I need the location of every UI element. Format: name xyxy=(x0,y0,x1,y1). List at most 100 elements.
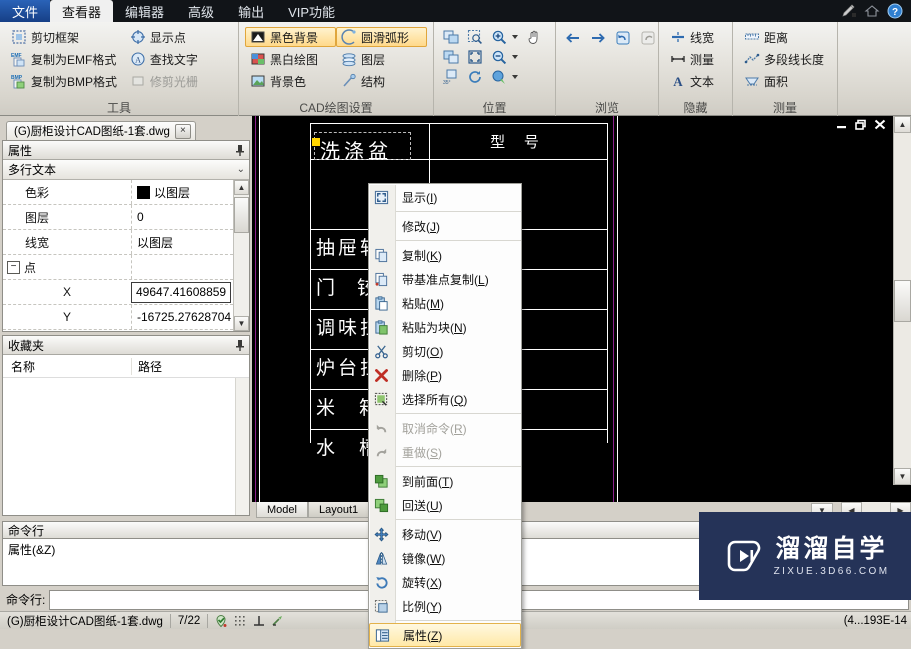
ribbon-bw-drawing[interactable]: 黑白绘图 xyxy=(245,49,336,69)
pin-icon[interactable] xyxy=(235,339,245,351)
canvas-vertical-scrollbar[interactable]: ▲ ▼ xyxy=(893,116,911,485)
context-menu-item-bring-to-front[interactable]: 到前面(T) xyxy=(369,469,521,493)
osnap-icon[interactable] xyxy=(214,614,228,628)
property-group-point[interactable]: − 点 xyxy=(3,255,233,280)
context-menu-item-scale[interactable]: 比例(Y) xyxy=(369,594,521,618)
nav-forward-button[interactable] xyxy=(587,28,609,48)
ribbon-lineweight[interactable]: 线宽 xyxy=(665,27,726,47)
ribbon-layers[interactable]: 图层 xyxy=(336,49,427,69)
context-menu-item-send-to-back[interactable]: 回送(U) xyxy=(369,493,521,517)
context-menu-item-paste[interactable]: 粘贴(M) xyxy=(369,291,521,315)
minimize-icon[interactable] xyxy=(835,118,849,130)
zoom-select-button[interactable] xyxy=(464,27,486,47)
property-row-y[interactable]: Y -16725.27628704 xyxy=(3,305,233,330)
drawing-canvas[interactable]: 型 号 洗涤盆 抽屉轨 门 铰 调味拉 炉台拉 米 箱 水 槽 ▲ ▼ xyxy=(252,116,911,502)
property-row-x[interactable]: X 49647.41608859 xyxy=(3,280,233,305)
object-type-combo[interactable]: 多行文本 ⌄ xyxy=(3,160,249,180)
y-coordinate-value[interactable]: -16725.27628704 xyxy=(131,305,233,329)
zoom-realtime-button[interactable] xyxy=(488,67,521,87)
pencil-edit-icon[interactable] xyxy=(841,3,857,19)
polar-icon[interactable] xyxy=(271,614,285,628)
context-menu-item-modify[interactable]: 修改(J) xyxy=(369,214,521,238)
menu-tab-vip[interactable]: VIP功能 xyxy=(276,0,347,22)
close-icon[interactable] xyxy=(873,118,887,130)
context-menu-item-paste-as-block[interactable]: 粘贴为块(N) xyxy=(369,315,521,339)
help-icon[interactable]: ? xyxy=(887,3,903,19)
zoom-in-caret[interactable] xyxy=(512,35,518,39)
grid-icon[interactable] xyxy=(233,614,247,628)
ribbon-text[interactable]: A 文本 xyxy=(665,71,726,91)
x-coordinate-input[interactable]: 49647.41608859 xyxy=(131,281,231,303)
properties-scrollbar[interactable]: ▲ ▼ xyxy=(233,180,249,331)
document-tab[interactable]: (G)厨柜设计CAD图纸-1套.dwg × xyxy=(6,121,196,140)
collapse-icon[interactable]: − xyxy=(7,260,20,274)
zoom-extents-button[interactable] xyxy=(440,47,462,67)
scroll-down-icon[interactable]: ▼ xyxy=(234,316,249,331)
ribbon-background-color[interactable]: 背景色 xyxy=(245,71,336,91)
ribbon-copy-emf[interactable]: EMF 复制为EMF格式 xyxy=(6,49,125,69)
zoom-out-caret[interactable] xyxy=(512,55,518,59)
ribbon-polyline-length[interactable]: 多段线长度 xyxy=(739,49,831,69)
scroll-up-icon[interactable]: ▲ xyxy=(894,116,911,133)
ribbon-show-point[interactable]: 显示点 xyxy=(125,27,232,47)
close-icon[interactable]: × xyxy=(174,123,191,139)
zoom-window-button[interactable] xyxy=(440,27,462,47)
property-value-cell[interactable]: 0 xyxy=(131,205,233,229)
ribbon-find-text[interactable]: A 查找文字 xyxy=(125,49,232,69)
restore-icon[interactable] xyxy=(854,118,868,130)
scrollbar-thumb[interactable] xyxy=(894,279,911,322)
pan-button[interactable] xyxy=(523,27,545,47)
context-menu-item-mirror[interactable]: 镜像(W) xyxy=(369,546,521,570)
pin-icon[interactable] xyxy=(235,144,245,156)
undo-view-button[interactable] xyxy=(612,28,634,48)
favorites-column-path[interactable]: 路径 xyxy=(131,357,249,375)
menu-tab-advanced[interactable]: 高级 xyxy=(176,0,226,22)
context-menu-item-copy-with-basepoint[interactable]: 带基准点复制(L) xyxy=(369,267,521,291)
ribbon-copy-bmp[interactable]: BMP 复制为BMP格式 xyxy=(6,71,125,91)
redo-view-button[interactable] xyxy=(637,28,659,48)
home-icon[interactable] xyxy=(864,3,880,19)
rotate-35-button[interactable]: 35° xyxy=(440,67,462,87)
ribbon-structure[interactable]: 结构 xyxy=(336,71,427,91)
zoom-realtime-caret[interactable] xyxy=(512,75,518,79)
tab-layout1[interactable]: Layout1 xyxy=(307,502,370,518)
tab-model[interactable]: Model xyxy=(256,502,308,518)
property-row-layer[interactable]: 图层 0 xyxy=(3,205,233,230)
property-value-cell[interactable]: 以图层 xyxy=(131,180,233,204)
ribbon-smooth-arc[interactable]: 圆滑弧形 xyxy=(336,27,427,47)
scroll-up-icon[interactable]: ▲ xyxy=(234,180,249,195)
context-menu-item-rotate[interactable]: 旋转(X) xyxy=(369,570,521,594)
menu-tab-editor[interactable]: 编辑器 xyxy=(113,0,176,22)
selection-grip[interactable] xyxy=(312,138,320,146)
scrollbar-track[interactable] xyxy=(894,133,911,280)
nav-back-button[interactable] xyxy=(562,28,584,48)
context-menu-item-cut[interactable]: 剪切(O) xyxy=(369,339,521,363)
zoom-fit-button[interactable] xyxy=(464,47,486,67)
ribbon-crop-frame[interactable]: 剪切框架 xyxy=(6,27,125,47)
context-menu-item-properties[interactable]: 属性(Z) xyxy=(369,623,521,647)
ribbon-measure[interactable]: 测量 xyxy=(665,49,726,69)
ribbon-black-background[interactable]: 黑色背景 xyxy=(245,27,336,47)
context-menu-item-display[interactable]: 显示(I) xyxy=(369,185,521,209)
ribbon-distance[interactable]: 距离 xyxy=(739,27,831,47)
property-row-lineweight[interactable]: 线宽 以图层 xyxy=(3,230,233,255)
ribbon-area[interactable]: 面积 xyxy=(739,71,831,91)
property-value-cell[interactable]: 以图层 xyxy=(131,230,233,254)
context-menu-item-copy[interactable]: 复制(K) xyxy=(369,243,521,267)
scrollbar-thumb[interactable] xyxy=(234,197,249,233)
favorites-scrollbar[interactable] xyxy=(235,378,249,515)
menu-tab-viewer[interactable]: 查看器 xyxy=(50,0,114,22)
favorites-list[interactable] xyxy=(3,378,249,515)
scroll-down-icon[interactable]: ▼ xyxy=(894,468,911,485)
context-menu-item-select-all[interactable]: 选择所有(Q) xyxy=(369,387,521,411)
context-menu-item-move[interactable]: 移动(V) xyxy=(369,522,521,546)
context-menu-item-delete[interactable]: 删除(P) xyxy=(369,363,521,387)
property-row-color[interactable]: 色彩 以图层 xyxy=(3,180,233,205)
table-cell-text[interactable]: 洗涤盆 xyxy=(320,135,392,164)
menu-tab-file[interactable]: 文件 xyxy=(0,0,51,22)
menu-tab-output[interactable]: 输出 xyxy=(226,0,276,22)
ortho-icon[interactable] xyxy=(252,614,266,628)
scrollbar-track[interactable] xyxy=(894,322,911,469)
zoom-out-button[interactable] xyxy=(488,47,521,67)
favorites-column-name[interactable]: 名称 xyxy=(3,358,131,375)
